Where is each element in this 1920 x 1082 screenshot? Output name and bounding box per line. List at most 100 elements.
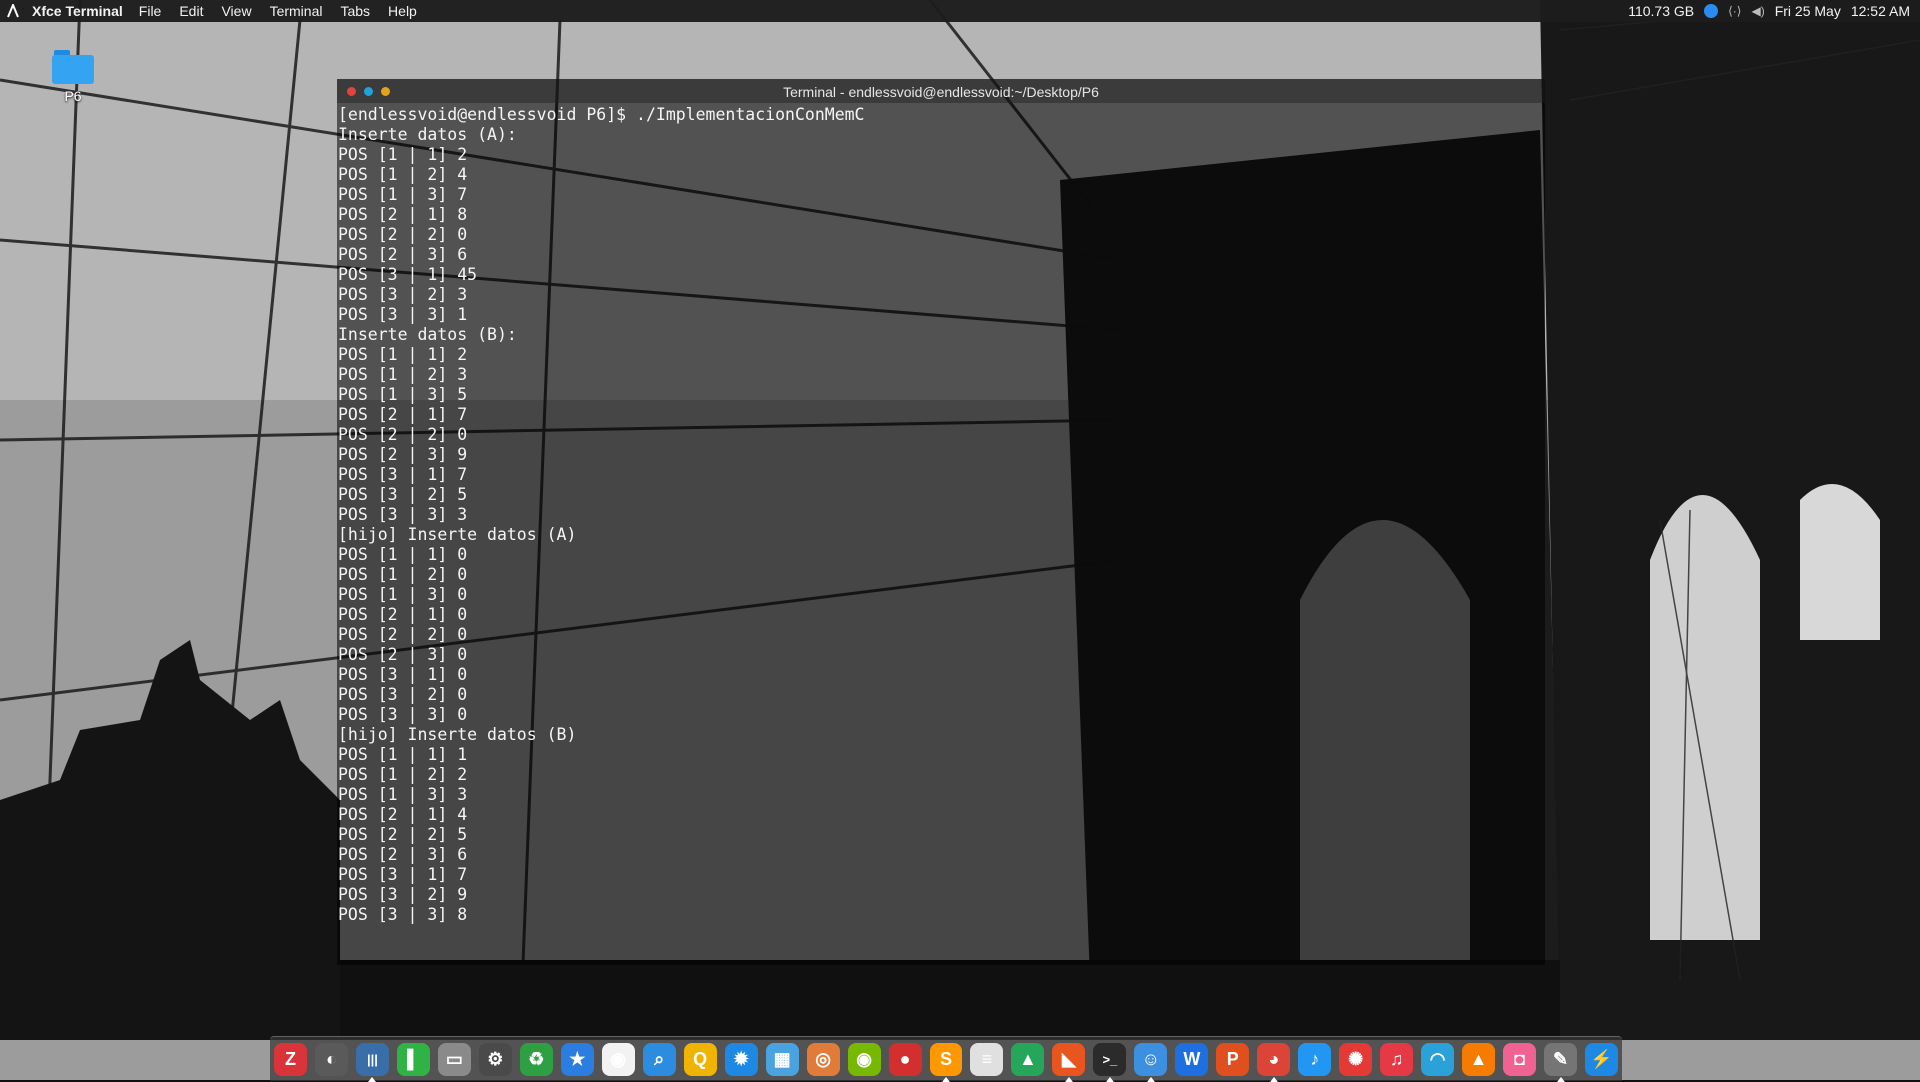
text-editor-glyph: ≡: [981, 1048, 993, 1069]
terminal-line: POS [2 | 3] 6: [338, 845, 468, 864]
wps-presentation-glyph: P: [1226, 1048, 1239, 1069]
terminal-line: Inserte datos (B):: [338, 325, 517, 344]
monitor-icon[interactable]: ▲: [1011, 1042, 1045, 1076]
terminal-line: POS [1 | 2] 2: [338, 765, 468, 784]
network-icon[interactable]: ⟨·⟩: [1728, 4, 1741, 18]
menu-tabs[interactable]: Tabs: [340, 3, 370, 19]
wps-writer-icon[interactable]: W: [1175, 1042, 1209, 1076]
menu-file[interactable]: File: [139, 3, 162, 19]
notes-icon[interactable]: ▌: [396, 1042, 430, 1076]
chrome-icon[interactable]: ◕: [1257, 1042, 1291, 1082]
wave-icon[interactable]: ◠: [1421, 1042, 1455, 1076]
running-indicator: [1105, 1076, 1114, 1082]
running-indicator: [1146, 1076, 1155, 1082]
record-glyph: ●: [899, 1048, 911, 1069]
terminal-line: POS [3 | 1] 7: [338, 465, 468, 484]
disk-free-indicator[interactable]: 110.73 GB: [1628, 3, 1694, 19]
disk-icon[interactable]: ▭: [437, 1042, 471, 1076]
running-indicator: [1064, 1076, 1073, 1082]
messenger-tray-icon[interactable]: [1704, 4, 1719, 18]
star-glyph: ★: [569, 1048, 586, 1069]
xfce-logo-icon[interactable]: [2, 0, 24, 22]
terminal-line: POS [3 | 1] 45: [338, 265, 478, 284]
time-label[interactable]: 12:52 AM: [1851, 3, 1910, 19]
terminal-line: POS [1 | 3] 5: [338, 385, 468, 404]
itunes-glyph: ♫: [1389, 1048, 1404, 1069]
music-glyph: ♪: [1310, 1048, 1320, 1069]
photos-icon[interactable]: ▦: [765, 1042, 799, 1076]
terminal-line: POS [1 | 3] 7: [338, 185, 468, 204]
notes-glyph: ▌: [407, 1048, 420, 1069]
active-app-name: Xfce Terminal: [32, 3, 123, 19]
eye-icon[interactable]: ◉: [601, 1042, 635, 1076]
sublime-glyph: S: [939, 1048, 952, 1069]
terminal-line: Inserte datos (A):: [338, 125, 517, 144]
filezilla-icon[interactable]: Z: [274, 1042, 307, 1076]
bulb-icon[interactable]: ✺: [1339, 1042, 1373, 1076]
itunes-icon[interactable]: ♫: [1380, 1042, 1414, 1076]
folder-icon: [52, 50, 94, 84]
vlc-glyph: ▲: [1469, 1048, 1488, 1069]
app-orange-glyph: ◣: [1061, 1048, 1076, 1069]
desktop-folder-p6[interactable]: P6: [44, 50, 102, 104]
inkscape-icon[interactable]: ◐: [314, 1042, 348, 1076]
gear-blue-icon[interactable]: ✹: [724, 1042, 758, 1076]
terminal-line: POS [2 | 2] 0: [338, 625, 468, 644]
terminal-line: POS [3 | 1] 7: [338, 865, 468, 884]
menu-terminal[interactable]: Terminal: [270, 3, 323, 19]
terminal-icon[interactable]: >_: [1093, 1042, 1127, 1082]
nvidia-icon[interactable]: ◉: [847, 1042, 881, 1076]
vlc-icon[interactable]: ▲: [1462, 1042, 1496, 1076]
text-editor-icon[interactable]: ≡: [970, 1042, 1004, 1076]
terminal-line: POS [3 | 2] 9: [338, 885, 468, 904]
terminal-line: POS [1 | 3] 3: [338, 785, 468, 804]
running-indicator: [942, 1076, 950, 1082]
menu-view[interactable]: View: [221, 3, 251, 19]
terminal-line: POS [3 | 2] 0: [338, 685, 468, 704]
messenger-icon[interactable]: ⚡: [1585, 1042, 1618, 1076]
terminal-output[interactable]: [endlessvoid@endlessvoid P6]$ ./Implemen…: [338, 105, 865, 925]
terminal-line: POS [2 | 1] 0: [338, 605, 468, 624]
terminal-line: POS [1 | 3] 0: [338, 585, 468, 604]
system-tray: 110.73 GB ⟨·⟩ ◀) Fri 25 May 12:52 AM: [1618, 3, 1910, 19]
star-icon[interactable]: ★: [560, 1042, 594, 1076]
terminal-line: POS [3 | 2] 3: [338, 285, 468, 304]
terminal-line: POS [2 | 1] 4: [338, 805, 468, 824]
magnifier-icon[interactable]: Q: [683, 1042, 717, 1076]
terminal-window[interactable]: Terminal - endlessvoid@endlessvoid:~/Des…: [337, 79, 1545, 965]
terminal-line: POS [1 | 2] 0: [338, 565, 468, 584]
terminal-line: POS [1 | 1] 2: [338, 345, 468, 364]
camera-icon[interactable]: ◘: [1503, 1042, 1537, 1076]
terminal-glyph: >_: [1102, 1051, 1118, 1067]
terminal-line: POS [3 | 3] 8: [338, 905, 468, 924]
menu-help[interactable]: Help: [388, 3, 417, 19]
running-indicator: [368, 1076, 377, 1082]
terminal-title: Terminal - endlessvoid@endlessvoid:~/Des…: [783, 84, 1099, 100]
app-orange-icon[interactable]: ◣: [1052, 1042, 1086, 1082]
settings-icon[interactable]: ⚙: [478, 1042, 512, 1076]
date-label[interactable]: Fri 25 May: [1775, 3, 1841, 19]
finder-icon[interactable]: ☺: [1134, 1042, 1168, 1082]
terminal-line: POS [2 | 1] 7: [338, 405, 468, 424]
terminal-titlebar[interactable]: Terminal - endlessvoid@endlessvoid:~/Des…: [337, 79, 1545, 103]
volume-icon[interactable]: ◀): [1751, 4, 1764, 18]
monitor-glyph: ▲: [1019, 1048, 1037, 1069]
terminal-line: POS [2 | 3] 9: [338, 445, 468, 464]
terminal-line: POS [3 | 3] 1: [338, 305, 468, 324]
sublime-icon[interactable]: S: [929, 1042, 963, 1082]
search-icon[interactable]: ⌕: [642, 1042, 676, 1076]
wave-glyph: ◠: [1429, 1048, 1446, 1069]
search-glyph: ⌕: [654, 1048, 665, 1069]
wps-presentation-icon[interactable]: P: [1216, 1042, 1250, 1076]
equalizer-icon[interactable]: |||: [355, 1042, 389, 1082]
record-icon[interactable]: ●: [888, 1042, 922, 1076]
music-icon[interactable]: ♪: [1298, 1042, 1332, 1076]
recycle-glyph: ♻: [528, 1048, 545, 1069]
terminal-line: POS [1 | 1] 2: [338, 145, 468, 164]
recycle-icon[interactable]: ♻: [519, 1042, 553, 1076]
terminal-line: POS [1 | 2] 3: [338, 365, 468, 384]
disc-icon[interactable]: ◎: [806, 1042, 840, 1076]
gimp-icon[interactable]: ✎: [1544, 1042, 1578, 1082]
bulb-glyph: ✺: [1348, 1048, 1364, 1069]
menu-edit[interactable]: Edit: [179, 3, 203, 19]
